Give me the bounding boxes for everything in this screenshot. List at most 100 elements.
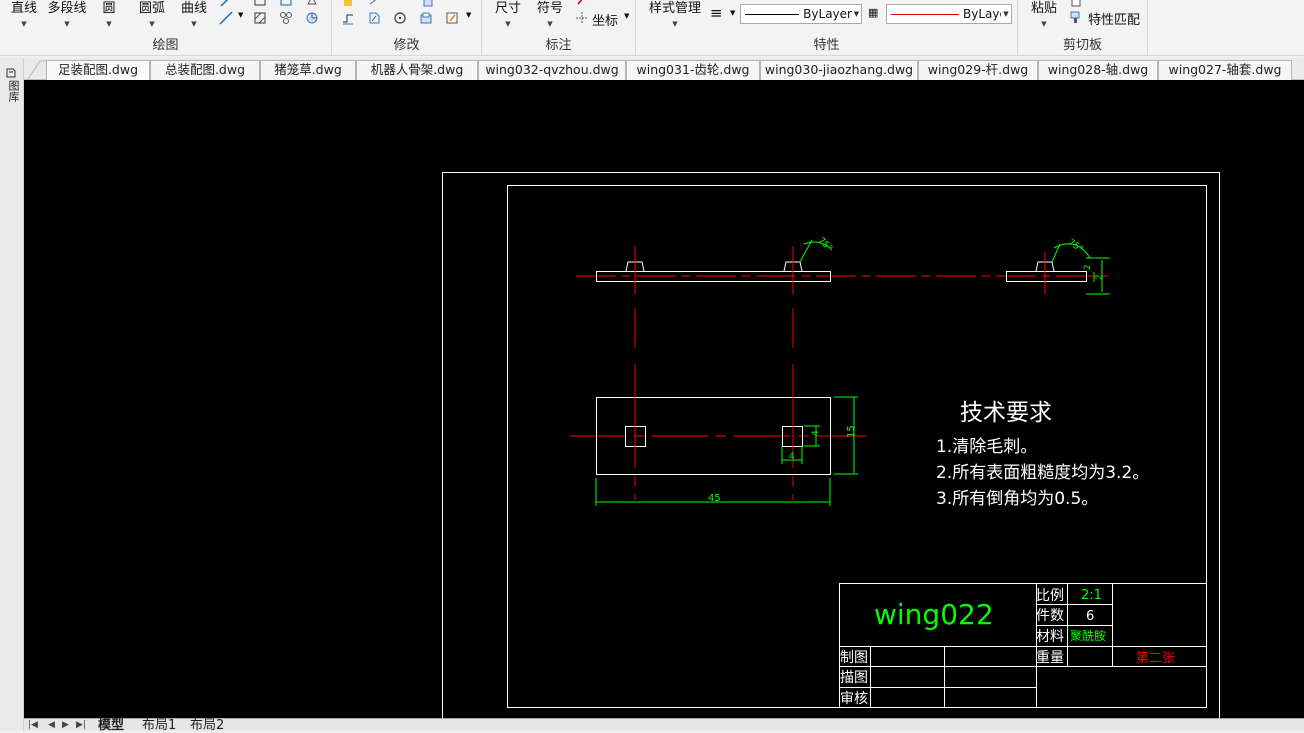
properties-group: 样式管理 ▼ ≡ ▼ ByLayer ▼ ▦ ByLayer ▼ 特性 — [636, 0, 1018, 55]
style-manager-button[interactable]: 样式管理 ▼ — [644, 1, 706, 29]
chevron-down-icon: ▼ — [191, 20, 197, 28]
coordinate-icon[interactable] — [574, 11, 590, 25]
chevron-down-icon: ▼ — [547, 20, 553, 28]
chevron-down-icon: ▼ — [64, 20, 70, 28]
boundary-tool-icon[interactable] — [304, 0, 320, 8]
mirror-tool-icon[interactable] — [366, 11, 382, 25]
tech-item: 1.清除毛刺。 — [936, 437, 1037, 457]
dimension-tool-button[interactable]: 尺寸 ▼ — [492, 1, 524, 29]
move-tool-icon[interactable] — [340, 0, 356, 8]
document-tabs: 足装配图.dwg 总装配图.dwg 猪笼草.dwg 机器人骨架.dwg wing… — [24, 58, 1304, 80]
last-layout-icon[interactable]: ▶| — [76, 720, 86, 730]
symbol-tool-label: 符号 — [536, 1, 563, 16]
tab-document[interactable]: wing030-jiaozhang.dwg — [760, 60, 918, 80]
angle-dim-2: 75° — [1066, 238, 1085, 255]
region-tool-icon[interactable] — [278, 0, 294, 8]
copy-clip-icon[interactable] — [1068, 0, 1084, 8]
circle-tool-label: 圆 — [102, 1, 116, 16]
tab-document[interactable]: wing028-轴.dwg — [1038, 60, 1158, 80]
tab-model[interactable]: 模型 — [98, 719, 124, 733]
linetype-select[interactable]: ByLayer ▼ — [740, 4, 862, 24]
array-tool-icon[interactable] — [278, 11, 294, 25]
scale-value: 2:1 — [1081, 588, 1102, 603]
modify-group-title: 修改 — [393, 38, 420, 53]
front-view — [570, 382, 866, 506]
draw-group-title: 绘图 — [152, 38, 179, 53]
chevron-down-icon: ▼ — [106, 20, 112, 28]
color-preview — [891, 13, 959, 15]
arc-tool-button[interactable]: 圆弧 ▼ — [136, 1, 168, 29]
lineweight-icon[interactable]: ≡ — [710, 4, 723, 22]
dropdown-icon[interactable]: ▼ — [466, 11, 471, 19]
drawing-canvas[interactable]: 75° 75° 2 2 45 15 4 4 技术要求 1.清除毛刺。 2.所有表… — [24, 80, 1304, 718]
chevron-down-icon: ▼ — [505, 20, 511, 28]
dimension-tool-label: 尺寸 — [494, 1, 521, 16]
prev-layout-icon[interactable]: ◀ — [48, 720, 55, 730]
tab-document[interactable]: wing031-齿轮.dwg — [626, 60, 760, 80]
scale-label: 比例 — [1036, 588, 1064, 604]
curve-tool-button[interactable]: 曲线 ▼ — [178, 1, 210, 29]
properties-group-title: 特性 — [813, 38, 840, 53]
coordinate-tool-button[interactable]: 坐标 — [592, 10, 618, 29]
dropdown-icon[interactable]: ▼ — [730, 9, 735, 17]
tab-document[interactable]: 足装配图.dwg — [46, 60, 150, 80]
color-select[interactable]: ByLayer ▼ — [886, 4, 1012, 24]
match-properties-icon[interactable] — [1068, 10, 1084, 24]
stretch-tool-icon[interactable] — [340, 11, 356, 25]
tab-document[interactable]: wing032-qvzhou.dwg — [478, 60, 626, 80]
layout-tab-bar: |◀ ◀ ▶ ▶| 模型 布局1 布局2 — [24, 718, 1304, 733]
weight-label: 重量 — [1036, 650, 1064, 666]
style-manager-label: 样式管理 — [648, 1, 701, 16]
tab-document[interactable]: wing027-轴套.dwg — [1158, 60, 1292, 80]
dropdown-icon[interactable]: ▼ — [624, 12, 629, 20]
top-view — [576, 239, 1110, 382]
wipeout-tool-icon[interactable] — [304, 11, 320, 25]
first-layout-icon[interactable]: |◀ — [28, 720, 38, 730]
hole-height-dim: 4 — [811, 430, 821, 436]
construction-line-icon[interactable] — [218, 11, 234, 25]
offset-tool-icon[interactable] — [418, 11, 434, 25]
linescale-icon[interactable]: ▦ — [868, 6, 878, 19]
count-label: 件数 — [1036, 608, 1064, 624]
chevron-down-icon: ▼ — [1003, 10, 1009, 18]
height-dim: 15 — [846, 425, 857, 438]
side-panel: 图库 — [0, 58, 24, 731]
chevron-down-icon: ▼ — [672, 20, 678, 28]
chevron-down-icon: ▼ — [149, 20, 155, 28]
ray-tool-icon[interactable] — [218, 0, 234, 8]
tab-layout-1[interactable]: 布局1 — [142, 719, 176, 733]
hatch-tool-icon[interactable] — [252, 11, 268, 25]
drawn-by-label: 制图 — [840, 650, 868, 666]
next-layout-icon[interactable]: ▶ — [62, 720, 69, 730]
color-value: ByLayer — [963, 7, 1001, 21]
checked-by-label: 审核 — [840, 691, 868, 707]
tab-document[interactable]: 总装配图.dwg — [150, 60, 260, 80]
count-value: 6 — [1086, 609, 1094, 624]
linetype-value: ByLayer — [803, 7, 852, 21]
tab-layout-2[interactable]: 布局2 — [190, 719, 224, 733]
text-tool-icon[interactable] — [574, 0, 590, 8]
match-properties-button[interactable]: 特性匹配 — [1088, 9, 1140, 28]
paste-button[interactable]: 粘贴 ▼ — [1028, 1, 1060, 29]
tab-document[interactable]: 猪笼草.dwg — [260, 60, 356, 80]
draw-group: 直线 ▼ 多段线 ▼ 圆 ▼ 圆弧 ▼ 曲线 ▼ ▼ 绘图 — [0, 0, 332, 55]
properties-edit-icon[interactable] — [444, 11, 460, 25]
material-label: 材料 — [1036, 629, 1064, 645]
line-tool-button[interactable]: 直线 ▼ — [8, 1, 40, 29]
dropdown-icon[interactable]: ▼ — [238, 11, 243, 19]
rotate-tool-icon[interactable] — [392, 11, 408, 25]
symbol-tool-button[interactable]: 符号 ▼ — [534, 1, 566, 29]
scale-tool-icon[interactable] — [420, 0, 436, 8]
circle-tool-button[interactable]: 圆 ▼ — [98, 1, 120, 29]
ribbon: 直线 ▼ 多段线 ▼ 圆 ▼ 圆弧 ▼ 曲线 ▼ ▼ 绘图 ▼ 修改 尺寸 ▼ … — [0, 0, 1304, 56]
arc-tool-label: 圆弧 — [138, 1, 165, 16]
curve-tool-label: 曲线 — [180, 1, 207, 16]
polyline-tool-button[interactable]: 多段线 ▼ — [44, 1, 90, 29]
tab-document[interactable]: 机器人骨架.dwg — [356, 60, 478, 80]
rectangle-tool-icon[interactable] — [252, 0, 268, 8]
drawing-svg: 75° 75° 2 2 45 15 4 4 技术要求 1.清除毛刺。 2.所有表… — [442, 172, 1220, 718]
annotate-group: 尺寸 ▼ 符号 ▼ 坐标 ▼ 标注 — [482, 0, 636, 55]
library-label[interactable]: 图库 — [5, 80, 20, 102]
tab-document[interactable]: wing029-杆.dwg — [918, 60, 1038, 80]
copy-tool-icon[interactable] — [366, 0, 382, 8]
